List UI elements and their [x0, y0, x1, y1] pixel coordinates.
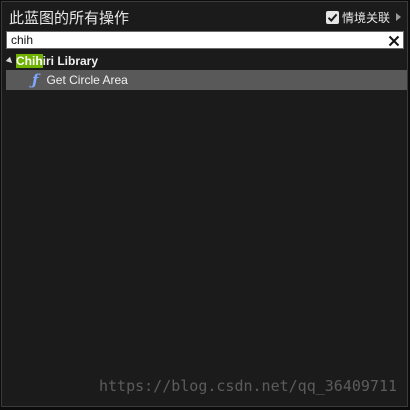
collapse-triangle-icon[interactable]: [5, 56, 15, 65]
context-sensitive-toggle[interactable]: 情境关联: [325, 9, 401, 25]
action-menu-header: 此蓝图的所有操作 情境关联: [2, 2, 407, 32]
action-menu-panel: 此蓝图的所有操作 情境关联 Chihiri Library ƒ Get Circ: [1, 1, 408, 407]
context-sensitive-label: 情境关联: [341, 10, 390, 25]
action-tree: Chihiri Library ƒ Get Circle Area: [5, 51, 407, 90]
clear-search-icon[interactable]: [387, 33, 401, 47]
list-item[interactable]: ƒ Get Circle Area: [6, 70, 407, 90]
search-input[interactable]: [11, 32, 371, 48]
category-row[interactable]: Chihiri Library: [5, 51, 406, 70]
list-item-label: Get Circle Area: [46, 73, 128, 87]
checkmark-icon: [327, 13, 338, 22]
search-match-highlight: Chih: [16, 53, 43, 68]
search-box[interactable]: [6, 31, 404, 49]
expand-arrow-icon[interactable]: [396, 13, 401, 21]
context-sensitive-checkbox[interactable]: [325, 10, 339, 24]
watermark: https://blog.csdn.net/qq_36409711: [98, 377, 397, 395]
panel-title: 此蓝图的所有操作: [9, 9, 130, 27]
category-label-rest: iri Library: [42, 53, 99, 68]
category-label: Chihiri Library: [16, 53, 99, 68]
function-icon: ƒ: [32, 70, 39, 89]
